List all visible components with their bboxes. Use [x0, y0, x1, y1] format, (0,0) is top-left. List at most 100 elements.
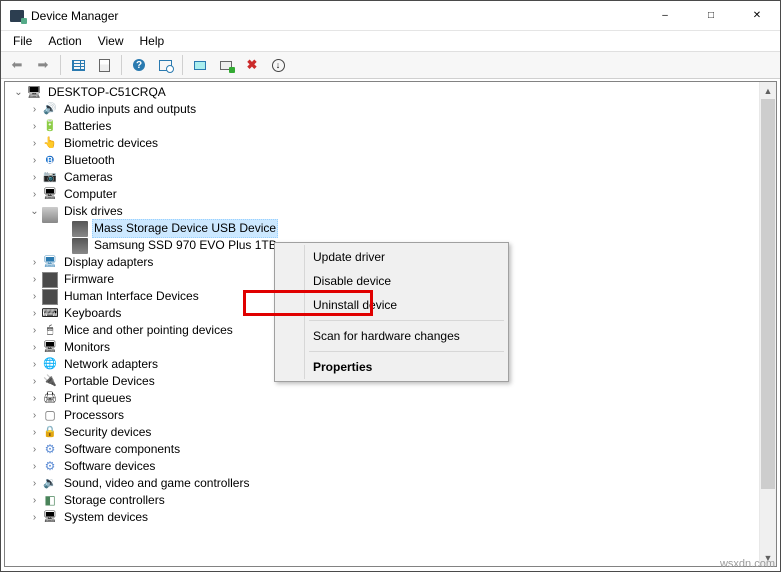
menu-help[interactable]: Help: [132, 32, 173, 50]
tree-item-label: DESKTOP-C51CRQA: [46, 84, 168, 101]
expander-icon[interactable]: ›: [27, 424, 42, 441]
forward-button[interactable]: [31, 54, 55, 76]
scan-hardware-button[interactable]: ↓: [266, 54, 290, 76]
tree-category-computer[interactable]: › Computer: [7, 186, 759, 203]
expander-icon[interactable]: ⌄: [11, 84, 26, 101]
expander-icon[interactable]: ›: [27, 169, 42, 186]
tree-category-biometric-devices[interactable]: › Biometric devices: [7, 135, 759, 152]
tree-category-software-devices[interactable]: ›Software devices: [7, 458, 759, 475]
gear-icon: [42, 459, 58, 475]
update-driver-button[interactable]: [188, 54, 212, 76]
grid-icon: [72, 60, 85, 71]
tree-item-label: Biometric devices: [62, 135, 160, 152]
toolbar-separator: [182, 55, 183, 75]
expander-icon[interactable]: ›: [27, 186, 42, 203]
context-menu-disable-device[interactable]: Disable device: [277, 269, 506, 293]
properties-button[interactable]: [92, 54, 116, 76]
minimize-button[interactable]: –: [642, 1, 688, 30]
tree-item-label: Monitors: [62, 339, 112, 356]
tree-item-label: Human Interface Devices: [62, 288, 201, 305]
expander-icon[interactable]: ›: [27, 305, 42, 322]
tree-category-processors[interactable]: ›Processors: [7, 407, 759, 424]
tree-category-cameras[interactable]: › Cameras: [7, 169, 759, 186]
uninstall-button[interactable]: [214, 54, 238, 76]
help-icon: ?: [133, 59, 145, 71]
tree-category-system-devices[interactable]: ›System devices: [7, 509, 759, 526]
expander-icon[interactable]: ›: [27, 152, 42, 169]
expander-icon[interactable]: ›: [27, 373, 42, 390]
scan-button[interactable]: [153, 54, 177, 76]
context-menu-separator: [309, 320, 504, 321]
expander-icon[interactable]: ›: [27, 118, 42, 135]
sys-icon: [42, 510, 58, 526]
expander-icon[interactable]: ›: [27, 475, 42, 492]
expander-icon[interactable]: ›: [27, 509, 42, 526]
expander-icon[interactable]: ⌄: [27, 203, 42, 220]
disable-button[interactable]: [240, 54, 264, 76]
maximize-button[interactable]: □: [688, 1, 734, 30]
menu-view[interactable]: View: [90, 32, 132, 50]
toolbar: ? ↓: [1, 51, 780, 79]
bt-icon: [42, 153, 58, 169]
tree-category-software-components[interactable]: ›Software components: [7, 441, 759, 458]
tree-category-storage-controllers[interactable]: › Storage controllers: [7, 492, 759, 509]
port-icon: [42, 374, 58, 390]
content-area: ⌄ DESKTOP-C51CRQA›Audio inputs and output…: [4, 81, 777, 567]
tree-item-label: Cameras: [62, 169, 115, 186]
context-menu-properties[interactable]: Properties: [277, 355, 506, 379]
context-menu-scan-for-hardware-changes[interactable]: Scan for hardware changes: [277, 324, 506, 348]
expander-icon[interactable]: ›: [27, 492, 42, 509]
hdd-icon: [72, 221, 88, 237]
tree-item-label: Network adapters: [62, 356, 160, 373]
kb-icon: [42, 306, 58, 322]
tree-category-print-queues[interactable]: › Print queues: [7, 390, 759, 407]
tree-item-label: Print queues: [62, 390, 133, 407]
back-button[interactable]: [5, 54, 29, 76]
expander-icon[interactable]: ›: [27, 322, 42, 339]
tree-category-disk-drives[interactable]: ⌄Disk drives: [7, 203, 759, 220]
tree-item-label: Computer: [62, 186, 119, 203]
stor-icon: [42, 493, 58, 509]
tree-device-mass-storage-device-usb-device[interactable]: Mass Storage Device USB Device: [7, 220, 759, 237]
snd-icon: [42, 476, 58, 492]
tree-category-sound-video-and-game-controllers[interactable]: ›Sound, video and game controllers: [7, 475, 759, 492]
tree-category-security-devices[interactable]: › Security devices: [7, 424, 759, 441]
tree-category-batteries[interactable]: › Batteries: [7, 118, 759, 135]
bio-icon: [42, 136, 58, 152]
prn-icon: [42, 391, 58, 407]
menu-file[interactable]: File: [5, 32, 40, 50]
expander-icon[interactable]: ›: [27, 101, 42, 118]
expander-icon[interactable]: ›: [27, 254, 42, 271]
tree-item-label: Firmware: [62, 271, 116, 288]
help-button[interactable]: ?: [127, 54, 151, 76]
tree-category-bluetooth[interactable]: ›Bluetooth: [7, 152, 759, 169]
expander-icon[interactable]: ›: [27, 458, 42, 475]
window-title: Device Manager: [31, 9, 642, 23]
context-menu-update-driver[interactable]: Update driver: [277, 245, 506, 269]
uninstall-icon: [220, 61, 232, 70]
tree-category-audio-inputs-and-outputs[interactable]: ›Audio inputs and outputs: [7, 101, 759, 118]
context-menu-uninstall-device[interactable]: Uninstall device: [277, 293, 506, 317]
expander-icon[interactable]: ›: [27, 356, 42, 373]
cpu-icon: [42, 408, 58, 424]
expander-icon[interactable]: ›: [27, 407, 42, 424]
expander-icon[interactable]: ›: [27, 339, 42, 356]
show-hide-console-button[interactable]: [66, 54, 90, 76]
close-button[interactable]: ✕: [734, 1, 780, 30]
expander-icon[interactable]: ›: [27, 135, 42, 152]
tree-item-label: Security devices: [62, 424, 153, 441]
expander-icon[interactable]: ›: [27, 441, 42, 458]
tree-item-label: Storage controllers: [62, 492, 167, 509]
gear-icon: [42, 442, 58, 458]
menu-action[interactable]: Action: [40, 32, 89, 50]
vertical-scrollbar[interactable]: ▲ ▼: [759, 82, 776, 566]
expander-icon[interactable]: ›: [27, 271, 42, 288]
expander-icon[interactable]: ›: [27, 390, 42, 407]
scroll-thumb[interactable]: [761, 99, 775, 489]
scroll-up-button[interactable]: ▲: [760, 82, 776, 99]
cam-icon: [42, 170, 58, 186]
disp-icon: [42, 255, 58, 271]
tree-root[interactable]: ⌄ DESKTOP-C51CRQA: [7, 84, 759, 101]
tree-item-label: Batteries: [62, 118, 113, 135]
expander-icon[interactable]: ›: [27, 288, 42, 305]
